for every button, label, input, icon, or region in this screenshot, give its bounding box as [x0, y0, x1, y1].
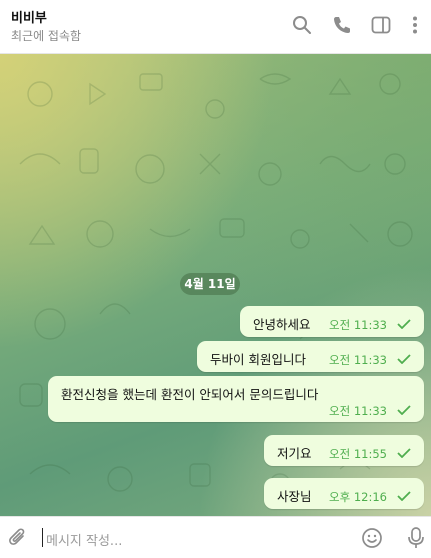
message-text: 두바이 회원입니다 [210, 352, 306, 367]
read-check-icon [397, 354, 411, 364]
read-check-icon [397, 319, 411, 329]
message-text: 사장님 [277, 489, 312, 504]
message-bubble[interactable]: 두바이 회원입니다 오전 11:33 [197, 341, 424, 372]
message-composer: 메시지 작성... [0, 516, 431, 558]
read-check-icon [397, 491, 411, 501]
message-bubble[interactable]: 저기요 오전 11:55 [264, 435, 424, 466]
chat-title[interactable]: 비비부 [11, 7, 47, 26]
read-check-icon [397, 448, 411, 458]
message-bubble[interactable]: 사장님 오후 12:16 [264, 478, 424, 509]
text-cursor [42, 528, 43, 547]
message-text: 안녕하세요 [253, 317, 311, 332]
read-check-icon [397, 405, 411, 415]
message-time: 오전 11:33 [329, 318, 387, 332]
message-time: 오전 11:33 [329, 404, 387, 418]
message-text: 저기요 [277, 446, 312, 461]
message-bubble[interactable]: 안녕하세요 오전 11:33 [240, 306, 424, 337]
search-icon[interactable] [291, 14, 313, 36]
chat-header: 비비부 최근에 접속함 [0, 0, 431, 54]
attach-icon[interactable] [8, 527, 28, 549]
message-time: 오전 11:33 [329, 353, 387, 367]
microphone-icon[interactable] [406, 526, 426, 550]
message-input[interactable]: 메시지 작성... [46, 530, 122, 549]
phone-icon[interactable] [331, 14, 353, 36]
more-vertical-icon[interactable] [404, 14, 426, 36]
message-list[interactable]: 4월 11일 안녕하세요 오전 11:33 두바이 회원입니다 오전 11:33… [0, 54, 431, 516]
message-time: 오후 12:16 [329, 490, 387, 504]
sidebar-toggle-icon[interactable] [370, 14, 392, 36]
message-text: 환전신청을 했는데 환전이 안되어서 문의드립니다 [61, 387, 319, 402]
message-time: 오전 11:55 [329, 447, 387, 461]
emoji-icon[interactable] [361, 527, 383, 549]
chat-status: 최근에 접속함 [11, 29, 82, 43]
message-bubble[interactable]: 환전신청을 했는데 환전이 안되어서 문의드립니다 오전 11:33 [48, 376, 424, 422]
date-separator: 4월 11일 [180, 273, 240, 295]
